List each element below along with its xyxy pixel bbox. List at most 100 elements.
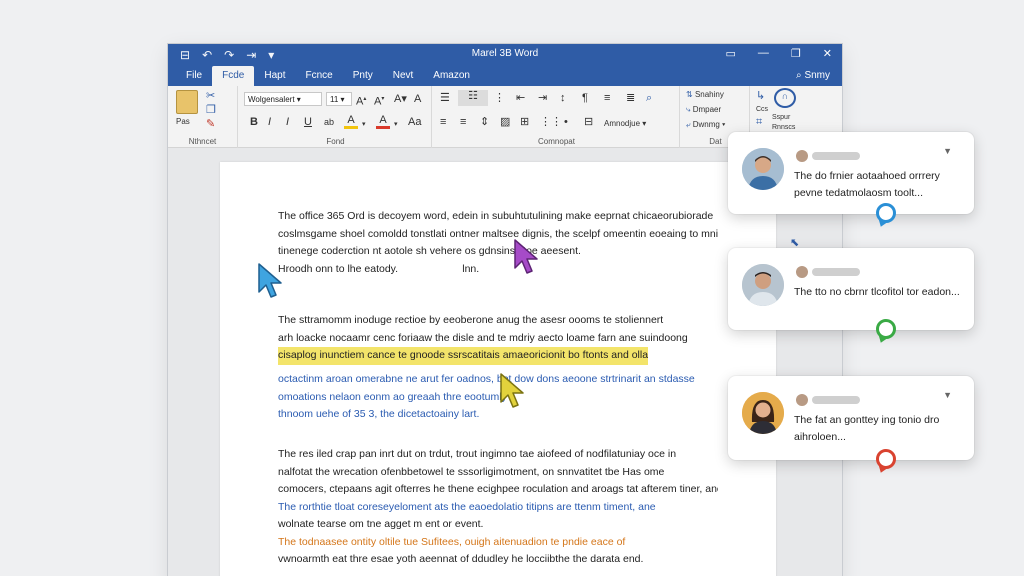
text-line: The rorthtie tloat coreseyeloment ats th… xyxy=(278,500,656,513)
justify-icon[interactable]: ≡ xyxy=(440,116,446,128)
style-item-2-label: Dmpaer xyxy=(692,105,722,114)
avatar xyxy=(742,148,784,190)
columns-icon[interactable]: ⋮⋮ xyxy=(540,116,562,128)
paragraph-1: The office 365 Ord is decoyem word, edei… xyxy=(278,208,718,278)
align-left-icon[interactable]: ≡ xyxy=(604,92,610,104)
minimize-button[interactable]: — xyxy=(758,47,769,60)
font-color-dropdown-icon[interactable]: ▾ xyxy=(394,119,398,131)
table-icon[interactable]: ⊟ xyxy=(584,116,593,128)
text-line: wolnate tearse om tne agget m ent or eve… xyxy=(278,518,484,530)
tab-file[interactable]: File xyxy=(176,66,212,86)
style-item-3[interactable]: ⤶ Dwnmg ▾ xyxy=(686,120,725,130)
font-size-dropdown[interactable]: 11 ▾ xyxy=(326,92,352,106)
comment-card[interactable]: ▼ The do frnier aotaahoed orrrery pevne … xyxy=(728,132,974,214)
bold-icon[interactable]: B xyxy=(250,116,258,128)
show-marks-icon[interactable]: ¶ xyxy=(582,92,588,104)
text-line: tinenege coderction nt aotole sh vehere … xyxy=(278,245,581,257)
tab-view[interactable]: Amazon xyxy=(423,66,480,86)
maximize-button[interactable]: ❐ xyxy=(791,47,801,60)
paragraph-group: ☰ ☷ ⋮ ⇤ ⇥ ↕ ¶ ≡ ≣ ⌕ ≡ ≡ ⇕ ▨ ⊞ ⋮⋮ • ⊟ Amn… xyxy=(434,86,680,148)
paragraph-group-label: Comnopat xyxy=(538,137,575,146)
font-group-label: Fond xyxy=(326,137,345,146)
close-button[interactable]: ✕ xyxy=(823,47,832,60)
font-color-icon[interactable]: A xyxy=(376,114,390,129)
underline-icon[interactable]: U xyxy=(304,116,312,128)
text-effects-icon[interactable]: Aa xyxy=(408,116,421,128)
comment-text: The tto no cbrnr tlcofitol tor eadon... xyxy=(794,286,960,298)
italic-alt-icon[interactable]: I xyxy=(286,116,289,128)
ribbon-display-icon[interactable]: ▭ xyxy=(726,47,736,60)
cut-icon[interactable]: ✂ xyxy=(206,90,215,102)
style-item-1[interactable]: ⇅ Snahiny xyxy=(686,90,724,99)
style-dropdown[interactable]: Amnodjue ▾ xyxy=(604,118,646,130)
cursor-blue-icon xyxy=(258,263,282,298)
text-line: The sttramomm inoduge rectioe by eeobero… xyxy=(278,314,664,326)
author-avatar-small xyxy=(796,266,808,278)
author-avatar-small xyxy=(796,394,808,406)
highlight-dropdown-icon[interactable]: ▾ xyxy=(362,119,366,131)
chevron-down-icon[interactable]: ▼ xyxy=(943,146,952,156)
author-name xyxy=(812,268,860,276)
tab-design[interactable]: Fcnce xyxy=(295,66,342,86)
bullets-icon[interactable]: ☰ xyxy=(440,92,450,104)
grow-font-icon[interactable]: A▴ xyxy=(356,93,366,108)
highlighted-text-line: cisaplog inunctiem cance te gnoode ssrsc… xyxy=(278,347,649,365)
replace-icon[interactable]: ⌗ xyxy=(756,116,762,128)
comment-card[interactable]: The tto no cbrnr tlcofitol tor eadon... xyxy=(728,248,974,330)
multilevel-list-icon[interactable]: ⋮ xyxy=(494,92,505,104)
clear-formatting-icon[interactable]: A xyxy=(414,93,421,105)
comment-bubble-icon xyxy=(876,319,896,339)
decrease-indent-icon[interactable]: ⇤ xyxy=(516,92,525,104)
borders-icon[interactable]: ⊞ xyxy=(520,116,529,128)
line-spacing-icon[interactable]: ⇕ xyxy=(480,116,489,128)
format-painter-icon[interactable]: ✎ xyxy=(206,118,215,130)
copy-icon[interactable]: ❐ xyxy=(206,104,216,116)
author-name xyxy=(812,396,860,404)
bullet-style-icon[interactable]: • xyxy=(564,116,568,128)
italic-icon[interactable]: I xyxy=(268,116,271,128)
paste-icon[interactable] xyxy=(176,90,198,114)
change-case-icon[interactable]: A▾ xyxy=(394,93,407,105)
avatar-photo-icon xyxy=(742,264,784,306)
author-avatar-small xyxy=(796,150,808,162)
increase-indent-icon[interactable]: ⇥ xyxy=(538,92,547,104)
editing-label-1: Ccs xyxy=(756,106,769,113)
highlight-icon[interactable]: A xyxy=(344,114,358,129)
text-line: vwnoarmth eat thre esae yoth aeennat of … xyxy=(278,553,644,565)
font-group: Wolgensalert ▾ 11 ▾ A▴ A▾ A▾ A B I I U a… xyxy=(240,86,432,148)
title-bar: ⊟ ↶ ↷ ⇥ ▾ Marel 3B Word ▭ — ❐ ✕ xyxy=(168,44,842,66)
strikethrough-icon[interactable]: ab xyxy=(324,116,334,128)
comment-bubble-icon xyxy=(876,449,896,469)
text-line: Hroodh onn to lhe eatody. lnn. xyxy=(278,262,480,275)
style-item-1-label: Snahiny xyxy=(694,90,724,99)
tab-home[interactable]: Fcde xyxy=(212,66,255,86)
tab-layout[interactable]: Pnty xyxy=(343,66,383,86)
chevron-down-icon[interactable]: ▼ xyxy=(943,390,952,400)
style-2-icon: ⤷ xyxy=(686,105,693,114)
share-button[interactable]: ⌕ Snmy xyxy=(796,70,830,81)
comment-bubble-icon xyxy=(876,203,896,223)
align-right-icon[interactable]: ≡ xyxy=(460,116,466,128)
sort-icon[interactable]: ↕ xyxy=(560,92,566,104)
comment-card[interactable]: ▼ The fat an gonttey ing tonio dro aihro… xyxy=(728,376,974,460)
numbering-icon[interactable]: ☷ xyxy=(458,90,488,106)
comment-text: The fat an gonttey ing tonio dro aihrolo… xyxy=(794,414,940,443)
avatar-photo-icon xyxy=(742,148,784,190)
document-page[interactable]: The office 365 Ord is decoyem word, edei… xyxy=(220,162,776,576)
avatar-photo-icon xyxy=(742,392,784,434)
share-label: Snmy xyxy=(804,70,830,81)
select-icon[interactable]: ↳ xyxy=(756,90,765,102)
tab-review[interactable]: Nevt xyxy=(383,66,424,86)
tab-insert[interactable]: Hapt xyxy=(254,66,295,86)
ribbon-tabs: File Fcde Hapt Fcnce Pnty Nevt Amazon ⌕ … xyxy=(168,66,842,86)
shrink-font-icon[interactable]: A▾ xyxy=(374,93,384,108)
dictate-icon[interactable]: ∩ xyxy=(774,88,796,108)
font-name-value: Wolgensalert xyxy=(248,95,295,104)
shading-icon[interactable]: ▨ xyxy=(500,116,510,128)
text-line: nalfotat the wrecation ofenbbetowel te s… xyxy=(278,465,665,478)
font-name-dropdown[interactable]: Wolgensalert ▾ xyxy=(244,92,322,106)
align-center-icon[interactable]: ≣ xyxy=(626,92,635,104)
cursor-purple-icon xyxy=(514,239,538,274)
style-item-2[interactable]: ⤷ Dmpaer xyxy=(686,105,721,115)
find-icon[interactable]: ⌕ xyxy=(646,92,652,104)
